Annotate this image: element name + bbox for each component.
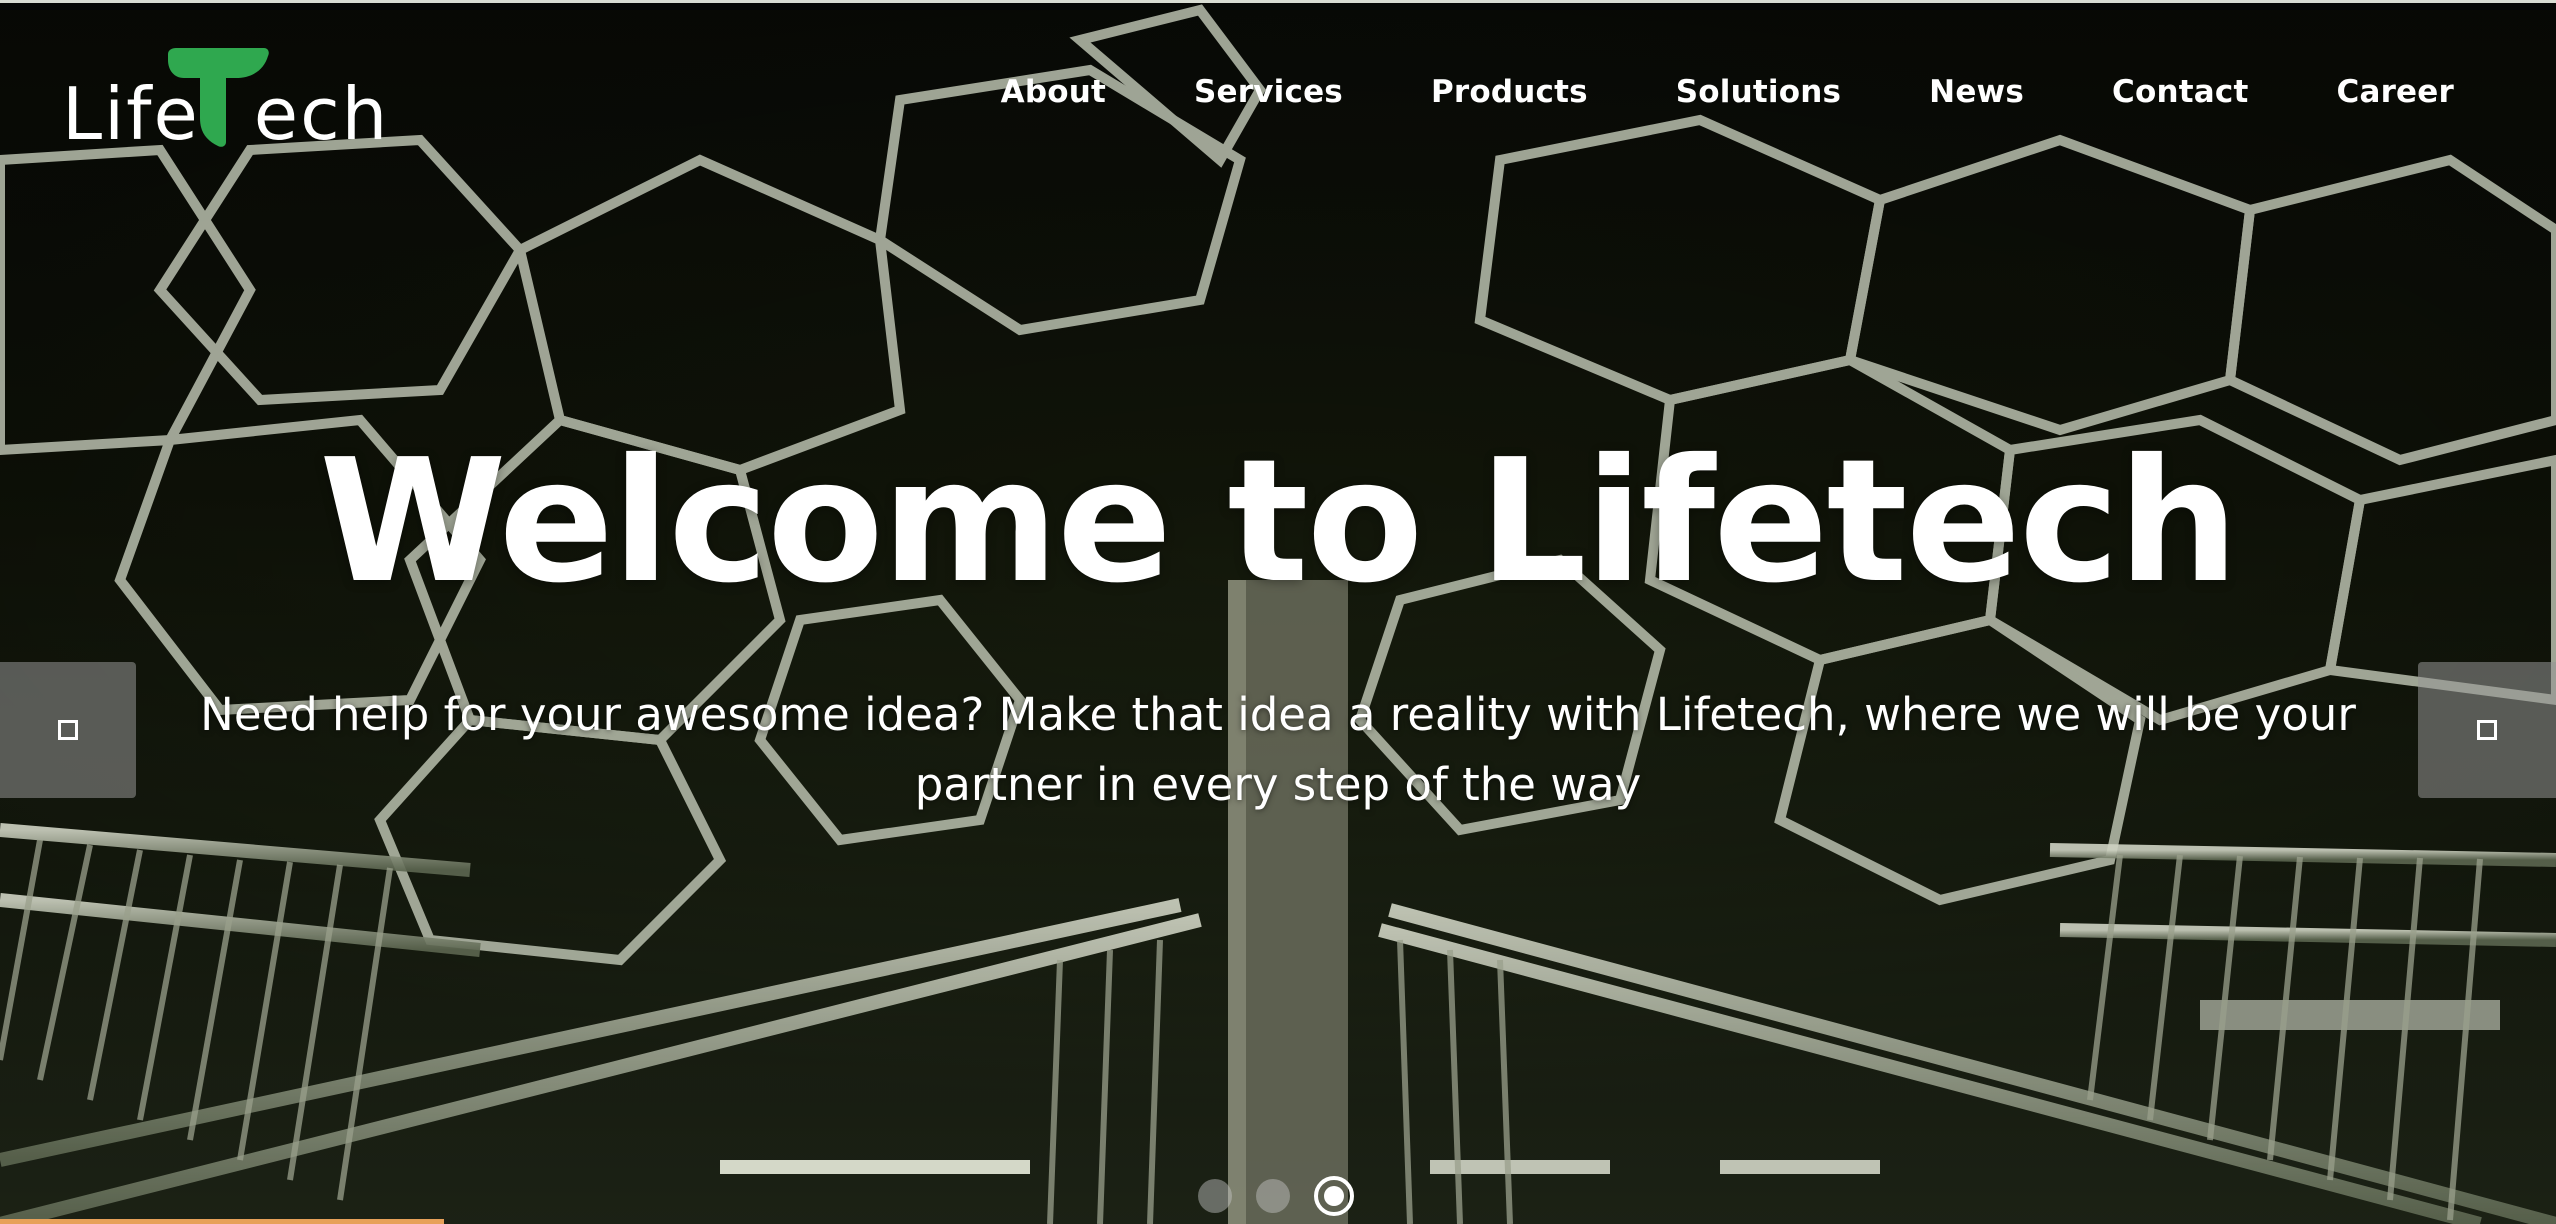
- nav-career[interactable]: Career: [2337, 74, 2455, 110]
- nav-services[interactable]: Services: [1194, 74, 1343, 110]
- slider-pagination: [1198, 1176, 1354, 1216]
- prev-square-icon: [58, 720, 78, 740]
- lifetech-logo[interactable]: Life ech: [62, 48, 387, 158]
- nav-about[interactable]: About: [1001, 74, 1106, 110]
- nav-contact[interactable]: Contact: [2112, 74, 2248, 110]
- slider-dot-1[interactable]: [1198, 1179, 1232, 1213]
- slider-prev-button[interactable]: [0, 662, 136, 798]
- logo-text-right: ech: [253, 72, 390, 156]
- slider-next-button[interactable]: [2418, 662, 2556, 798]
- top-border: [0, 0, 2556, 3]
- slider-dot-3-active[interactable]: [1314, 1176, 1354, 1216]
- slider-dot-2[interactable]: [1256, 1179, 1290, 1213]
- next-square-icon: [2477, 720, 2497, 740]
- hero-headline: Welcome to Lifetech: [319, 423, 2239, 621]
- hero-subheadline: Need help for your awesome idea? Make th…: [200, 688, 2356, 811]
- hero-banner: Life ech About Services Products Solution…: [0, 0, 2556, 1224]
- logo-t-icon: [168, 48, 269, 147]
- main-nav: About Services Products Solutions News C…: [1001, 74, 2454, 110]
- nav-news[interactable]: News: [1929, 74, 2024, 110]
- bottom-accent-strip: [0, 1219, 444, 1224]
- nav-products[interactable]: Products: [1431, 74, 1588, 110]
- nav-solutions[interactable]: Solutions: [1676, 74, 1841, 110]
